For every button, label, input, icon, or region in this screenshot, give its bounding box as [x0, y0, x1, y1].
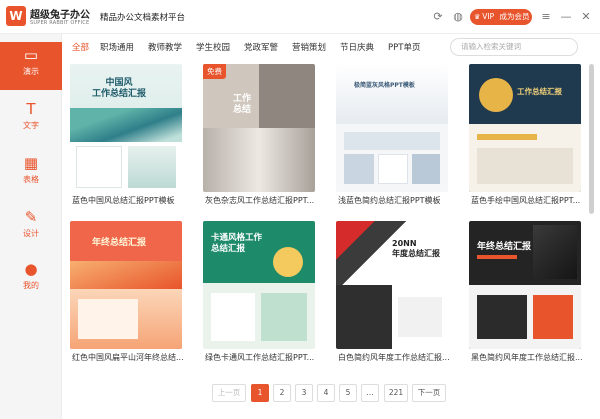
- template-title[interactable]: 蓝色手绘中国风总结汇报PPT...: [471, 195, 583, 206]
- sidebar-item-label: 表格: [23, 175, 39, 184]
- template-card[interactable]: 20NN 年度总结汇报 白色简约风年度工作总结汇报...: [336, 221, 450, 369]
- vip-button[interactable]: ♛ VIP 成为会员: [470, 9, 532, 25]
- template-title[interactable]: 浅蓝色简约总结汇报PPT模板: [338, 195, 450, 206]
- thumb-heading: 卡通风格工作 总结汇报: [211, 233, 263, 254]
- category-marketing[interactable]: 营销策划: [292, 41, 326, 53]
- template-card[interactable]: 卡通风格工作 总结汇报 绿色卡通风工作总结汇报PPT...: [203, 221, 315, 369]
- crown-icon: ♛: [474, 13, 481, 21]
- category-campus[interactable]: 学生校园: [196, 41, 230, 53]
- template-card[interactable]: 工作总结汇报 蓝色手绘中国风总结汇报PPT...: [469, 64, 581, 212]
- template-title[interactable]: 白色简约风年度工作总结汇报...: [338, 352, 450, 363]
- sidebar-item-design[interactable]: ✎ 设计: [0, 204, 62, 252]
- scrollbar[interactable]: [589, 64, 594, 214]
- template-thumbnail[interactable]: 20NN 年度总结汇报: [336, 221, 448, 349]
- template-thumbnail[interactable]: 年终总结汇报: [469, 221, 581, 349]
- template-card[interactable]: 年终总结汇报 黑色简约风年度工作总结汇报...: [469, 221, 583, 369]
- sidebar-item-text[interactable]: T 文字: [0, 96, 62, 144]
- template-title[interactable]: 绿色卡通风工作总结汇报PPT...: [205, 352, 317, 363]
- category-teaching[interactable]: 教师教学: [148, 41, 182, 53]
- vip-cta: 成为会员: [499, 12, 530, 21]
- design-icon: ✎: [24, 208, 38, 226]
- thumb-heading: 极简蓝灰风格PPT模板: [354, 82, 415, 89]
- template-thumbnail[interactable]: 中国风 工作总结汇报: [70, 64, 182, 192]
- pagination: 上一页 1 2 3 4 5 ... 221 下一页: [0, 384, 600, 404]
- page-button[interactable]: 5: [339, 384, 357, 402]
- app-logo: W: [6, 6, 26, 26]
- template-title[interactable]: 红色中国风扁平山河年终总结...: [72, 352, 184, 363]
- template-thumbnail[interactable]: 工作 总结 免费: [203, 64, 315, 192]
- page-button[interactable]: 221: [384, 384, 408, 402]
- category-all[interactable]: 全部: [72, 41, 89, 53]
- title-bar: W 超级兔子办公 SUPER RABBIT OFFICE 精品办公文档素材平台 …: [0, 0, 600, 34]
- minimize-icon[interactable]: —: [559, 10, 573, 24]
- template-card[interactable]: 极简蓝灰风格PPT模板 浅蓝色简约总结汇报PPT模板: [336, 64, 448, 212]
- page-button[interactable]: 4: [317, 384, 335, 402]
- thumb-heading: 20NN 年度总结汇报: [392, 239, 440, 258]
- presentation-icon: ▭: [23, 46, 39, 64]
- table-icon: ▦: [23, 154, 39, 172]
- thumb-heading: 年终总结汇报: [477, 242, 532, 252]
- user-avatar-icon[interactable]: ◍: [451, 10, 465, 24]
- template-thumbnail[interactable]: 极简蓝灰风格PPT模板: [336, 64, 448, 192]
- template-card[interactable]: 工作 总结 免费 灰色杂志风工作总结汇报PPT...: [203, 64, 315, 212]
- page-button[interactable]: 1: [251, 384, 269, 402]
- sidebar-item-label: 演示: [23, 67, 39, 76]
- brand-name: 超级兔子办公: [30, 10, 90, 21]
- sidebar-item-mine[interactable]: ● 我的: [0, 256, 62, 304]
- template-thumbnail[interactable]: 年终总结汇报: [70, 221, 182, 349]
- sidebar-item-label: 设计: [23, 229, 39, 238]
- template-title[interactable]: 蓝色中国风总结汇报PPT模板: [72, 195, 184, 206]
- text-doc-icon: T: [26, 100, 36, 118]
- vip-label: VIP: [482, 12, 495, 21]
- template-card[interactable]: 年终总结汇报 红色中国风扁平山河年终总结...: [70, 221, 184, 369]
- sidebar-item-presentation[interactable]: ▭ 演示: [0, 42, 62, 90]
- sidebar-item-label: 文字: [23, 121, 39, 130]
- sidebar: ▭ 演示 T 文字 ▦ 表格 ✎ 设计 ● 我的: [0, 34, 62, 419]
- template-title[interactable]: 灰色杂志风工作总结汇报PPT...: [205, 195, 317, 206]
- category-ppt-single[interactable]: PPT单页: [388, 41, 420, 53]
- user-icon: ●: [24, 260, 38, 278]
- page-button[interactable]: 3: [295, 384, 313, 402]
- thumb-heading: 年终总结汇报: [92, 238, 147, 248]
- template-title[interactable]: 黑色简约风年度工作总结汇报...: [471, 352, 583, 363]
- template-thumbnail[interactable]: 工作总结汇报: [469, 64, 581, 192]
- category-festival[interactable]: 节日庆典: [340, 41, 374, 53]
- brand-subtitle: SUPER RABBIT OFFICE: [30, 20, 90, 26]
- search-input[interactable]: 请输入检索关键词: [450, 38, 578, 56]
- page-ellipsis: ...: [361, 384, 379, 402]
- template-card[interactable]: 中国风 工作总结汇报 蓝色中国风总结汇报PPT模板: [70, 64, 182, 212]
- thumb-heading: 工作总结汇报: [517, 87, 562, 96]
- prev-page-button[interactable]: 上一页: [212, 384, 246, 402]
- thumb-heading: 中国风 工作总结汇报: [92, 78, 147, 99]
- menu-icon[interactable]: ≡: [539, 10, 553, 24]
- page-button[interactable]: 2: [273, 384, 291, 402]
- thumb-heading: 工作 总结: [233, 94, 252, 115]
- category-party-gov[interactable]: 党政军警: [244, 41, 278, 53]
- sidebar-item-table[interactable]: ▦ 表格: [0, 150, 62, 198]
- platform-title: 精品办公文档素材平台: [100, 13, 186, 23]
- template-thumbnail[interactable]: 卡通风格工作 总结汇报: [203, 221, 315, 349]
- free-badge: 免费: [203, 64, 226, 79]
- sidebar-item-label: 我的: [23, 281, 39, 290]
- next-page-button[interactable]: 下一页: [412, 384, 446, 402]
- refresh-icon[interactable]: ⟳: [431, 10, 445, 24]
- category-workplace[interactable]: 职场通用: [100, 41, 134, 53]
- close-icon[interactable]: ✕: [579, 10, 593, 24]
